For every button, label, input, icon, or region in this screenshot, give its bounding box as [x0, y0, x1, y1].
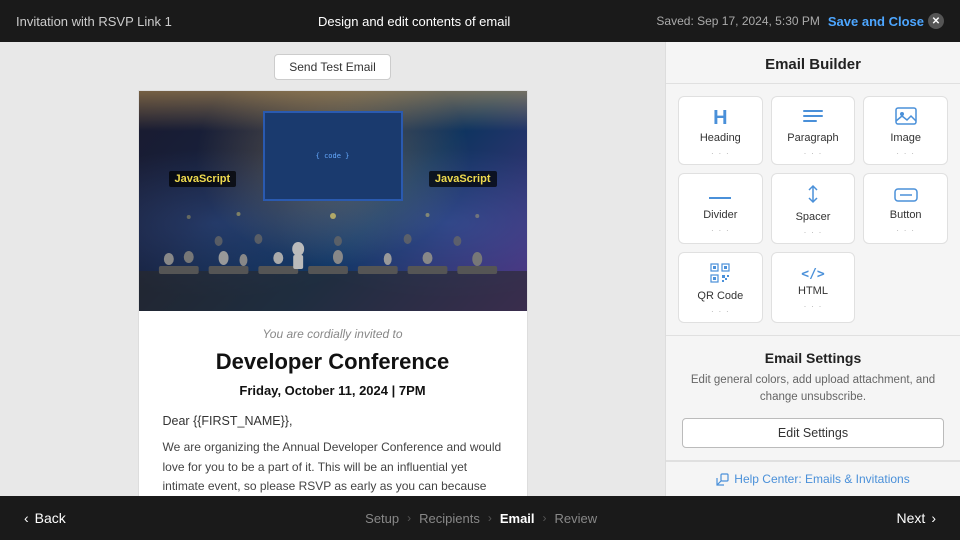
save-and-close-button[interactable]: Save and Close ✕ [828, 13, 944, 29]
button-icon [894, 187, 918, 205]
external-link-icon [716, 473, 729, 486]
back-button[interactable]: ‹ Back [24, 510, 66, 526]
back-chevron-icon: ‹ [24, 510, 29, 526]
image-icon [895, 107, 917, 128]
divider-dots: · · · [711, 225, 730, 235]
help-center-link[interactable]: Help Center: Emails & Invitations [716, 472, 909, 486]
js-badge-right: JavaScript [429, 171, 497, 187]
button-dots: · · · [896, 225, 915, 235]
sidebar-title: Email Builder [666, 42, 960, 84]
nav-step-email[interactable]: Email [500, 511, 535, 526]
paragraph-dots: · · · [803, 148, 822, 158]
top-bar-right: Saved: Sep 17, 2024, 5:30 PM Save and Cl… [656, 13, 944, 29]
nav-chevron-3: › [543, 511, 547, 525]
component-heading[interactable]: H Heading · · · [678, 96, 763, 165]
divider-icon [709, 187, 731, 205]
paragraph-label: Paragraph [787, 132, 838, 144]
heading-label: Heading [700, 132, 741, 144]
send-test-email-button[interactable]: Send Test Email [274, 54, 391, 80]
email-canvas-area: Send Test Email { code } JavaScript Java… [0, 42, 665, 496]
next-chevron-icon: › [931, 510, 936, 526]
close-icon: ✕ [928, 13, 944, 29]
component-button[interactable]: Button · · · [863, 173, 948, 244]
help-link-label: Help Center: Emails & Invitations [734, 472, 909, 486]
heading-dots: · · · [711, 148, 730, 158]
component-qr-code[interactable]: QR Code · · · [678, 252, 763, 323]
qr-code-dots: · · · [711, 306, 730, 316]
settings-title: Email Settings [682, 350, 944, 366]
image-label: Image [890, 132, 921, 144]
nav-step-recipients[interactable]: Recipients [419, 511, 480, 526]
email-hero-image: { code } JavaScript JavaScript [139, 91, 527, 311]
spacer-icon [805, 184, 821, 207]
nav-steps: Setup › Recipients › Email › Review [365, 511, 597, 526]
component-divider[interactable]: Divider · · · [678, 173, 763, 244]
email-body: You are cordially invited to Developer C… [139, 311, 527, 496]
bottom-nav: ‹ Back Setup › Recipients › Email › Revi… [0, 496, 960, 540]
cordially-text: You are cordially invited to [163, 327, 503, 341]
page-subtitle: Design and edit contents of email [318, 14, 510, 29]
settings-desc: Edit general colors, add upload attachme… [682, 372, 944, 407]
email-settings-section: Email Settings Edit general colors, add … [666, 336, 960, 461]
help-link-section: Help Center: Emails & Invitations [666, 461, 960, 496]
image-dots: · · · [896, 148, 915, 158]
html-dots: · · · [803, 301, 822, 311]
crowd-svg [139, 211, 527, 311]
divider-label: Divider [703, 209, 737, 221]
spacer-label: Spacer [796, 211, 831, 223]
nav-step-setup[interactable]: Setup [365, 511, 399, 526]
qr-code-label: QR Code [697, 290, 743, 302]
nav-step-review[interactable]: Review [555, 511, 598, 526]
component-image[interactable]: Image · · · [863, 96, 948, 165]
conference-title: Developer Conference [163, 349, 503, 375]
component-html[interactable]: </> HTML · · · [771, 252, 856, 323]
component-paragraph[interactable]: Paragraph · · · [771, 96, 856, 165]
saved-timestamp: Saved: Sep 17, 2024, 5:30 PM [656, 14, 819, 28]
top-bar: Invitation with RSVP Link 1 Design and e… [0, 0, 960, 42]
edit-settings-button[interactable]: Edit Settings [682, 418, 944, 448]
js-badge-left: JavaScript [169, 171, 237, 187]
component-spacer[interactable]: Spacer · · · [771, 173, 856, 244]
nav-chevron-2: › [488, 511, 492, 525]
button-label: Button [890, 209, 922, 221]
components-grid: H Heading · · · Paragraph · · · Image · … [666, 84, 960, 335]
email-body-text: We are organizing the Annual Developer C… [163, 438, 503, 496]
email-dear: Dear {{FIRST_NAME}}, [163, 414, 503, 428]
heading-icon: H [713, 108, 727, 128]
invitation-title: Invitation with RSVP Link 1 [16, 14, 172, 29]
main-content: Send Test Email { code } JavaScript Java… [0, 42, 960, 496]
paragraph-icon [803, 108, 823, 128]
conference-screen: { code } [263, 111, 403, 201]
qr-code-icon [710, 263, 730, 286]
email-preview: { code } JavaScript JavaScript [138, 90, 528, 496]
next-button[interactable]: Next › [897, 510, 936, 526]
email-builder-sidebar: Email Builder H Heading · · · Paragraph … [665, 42, 960, 496]
spacer-dots: · · · [803, 227, 822, 237]
nav-chevron-1: › [407, 511, 411, 525]
html-icon: </> [801, 268, 824, 281]
conference-date: Friday, October 11, 2024 | 7PM [163, 383, 503, 398]
html-label: HTML [798, 285, 828, 297]
